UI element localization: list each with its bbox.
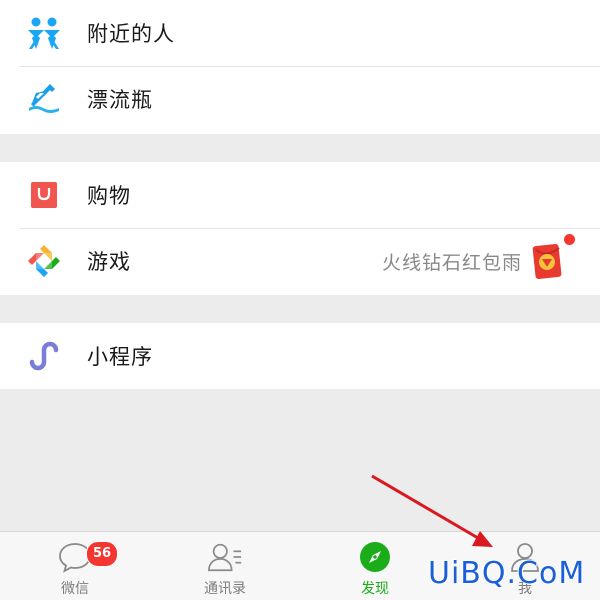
menu-item-label: 小程序	[87, 345, 153, 369]
menu-item-label: 漂流瓶	[87, 88, 153, 112]
compass-icon	[357, 540, 393, 574]
menu-item-shopping[interactable]: 购物	[0, 162, 600, 228]
tab-discover[interactable]: 发现	[300, 532, 450, 600]
tab-contacts[interactable]: 通讯录	[150, 532, 300, 600]
shopping-bag-icon	[24, 175, 64, 215]
menu-group-social: 附近的人 漂流瓶	[0, 0, 600, 134]
menu-group-services: 购物 游戏 火线钻石红包雨	[0, 162, 600, 295]
menu-item-label: 购物	[87, 184, 131, 208]
menu-group-mini-programs: 小程序	[0, 323, 600, 389]
tab-me[interactable]: 我	[450, 532, 600, 600]
menu-item-game[interactable]: 游戏 火线钻石红包雨	[0, 228, 600, 294]
notification-dot	[564, 234, 575, 245]
game-icon	[24, 241, 64, 281]
tab-label: 发现	[361, 581, 389, 597]
drift-bottle-icon	[24, 79, 64, 119]
bottom-tab-bar: 微信 56 通讯录 发现 我	[0, 531, 600, 600]
red-envelope-icon	[532, 242, 562, 280]
menu-item-label: 附近的人	[87, 22, 175, 46]
tab-label: 通讯录	[204, 581, 246, 597]
tab-wechat[interactable]: 微信 56	[0, 532, 150, 600]
tab-label: 我	[518, 581, 532, 597]
menu-item-drift-bottle[interactable]: 漂流瓶	[0, 66, 600, 132]
menu-item-label: 游戏	[87, 250, 131, 274]
me-icon	[507, 540, 543, 574]
tab-label: 微信	[61, 581, 89, 597]
discover-page: 附近的人 漂流瓶 购物 游戏 火线钻石红包雨 小程序 微信 56 通讯录 发现 …	[0, 0, 600, 600]
contacts-icon	[207, 540, 243, 574]
unread-badge: 56	[86, 541, 118, 567]
people-nearby-icon	[24, 13, 64, 53]
menu-item-people-nearby[interactable]: 附近的人	[0, 0, 600, 66]
menu-item-mini-program[interactable]: 小程序	[0, 323, 600, 389]
game-promo-text: 火线钻石红包雨	[381, 251, 522, 274]
mini-program-icon	[24, 336, 64, 376]
